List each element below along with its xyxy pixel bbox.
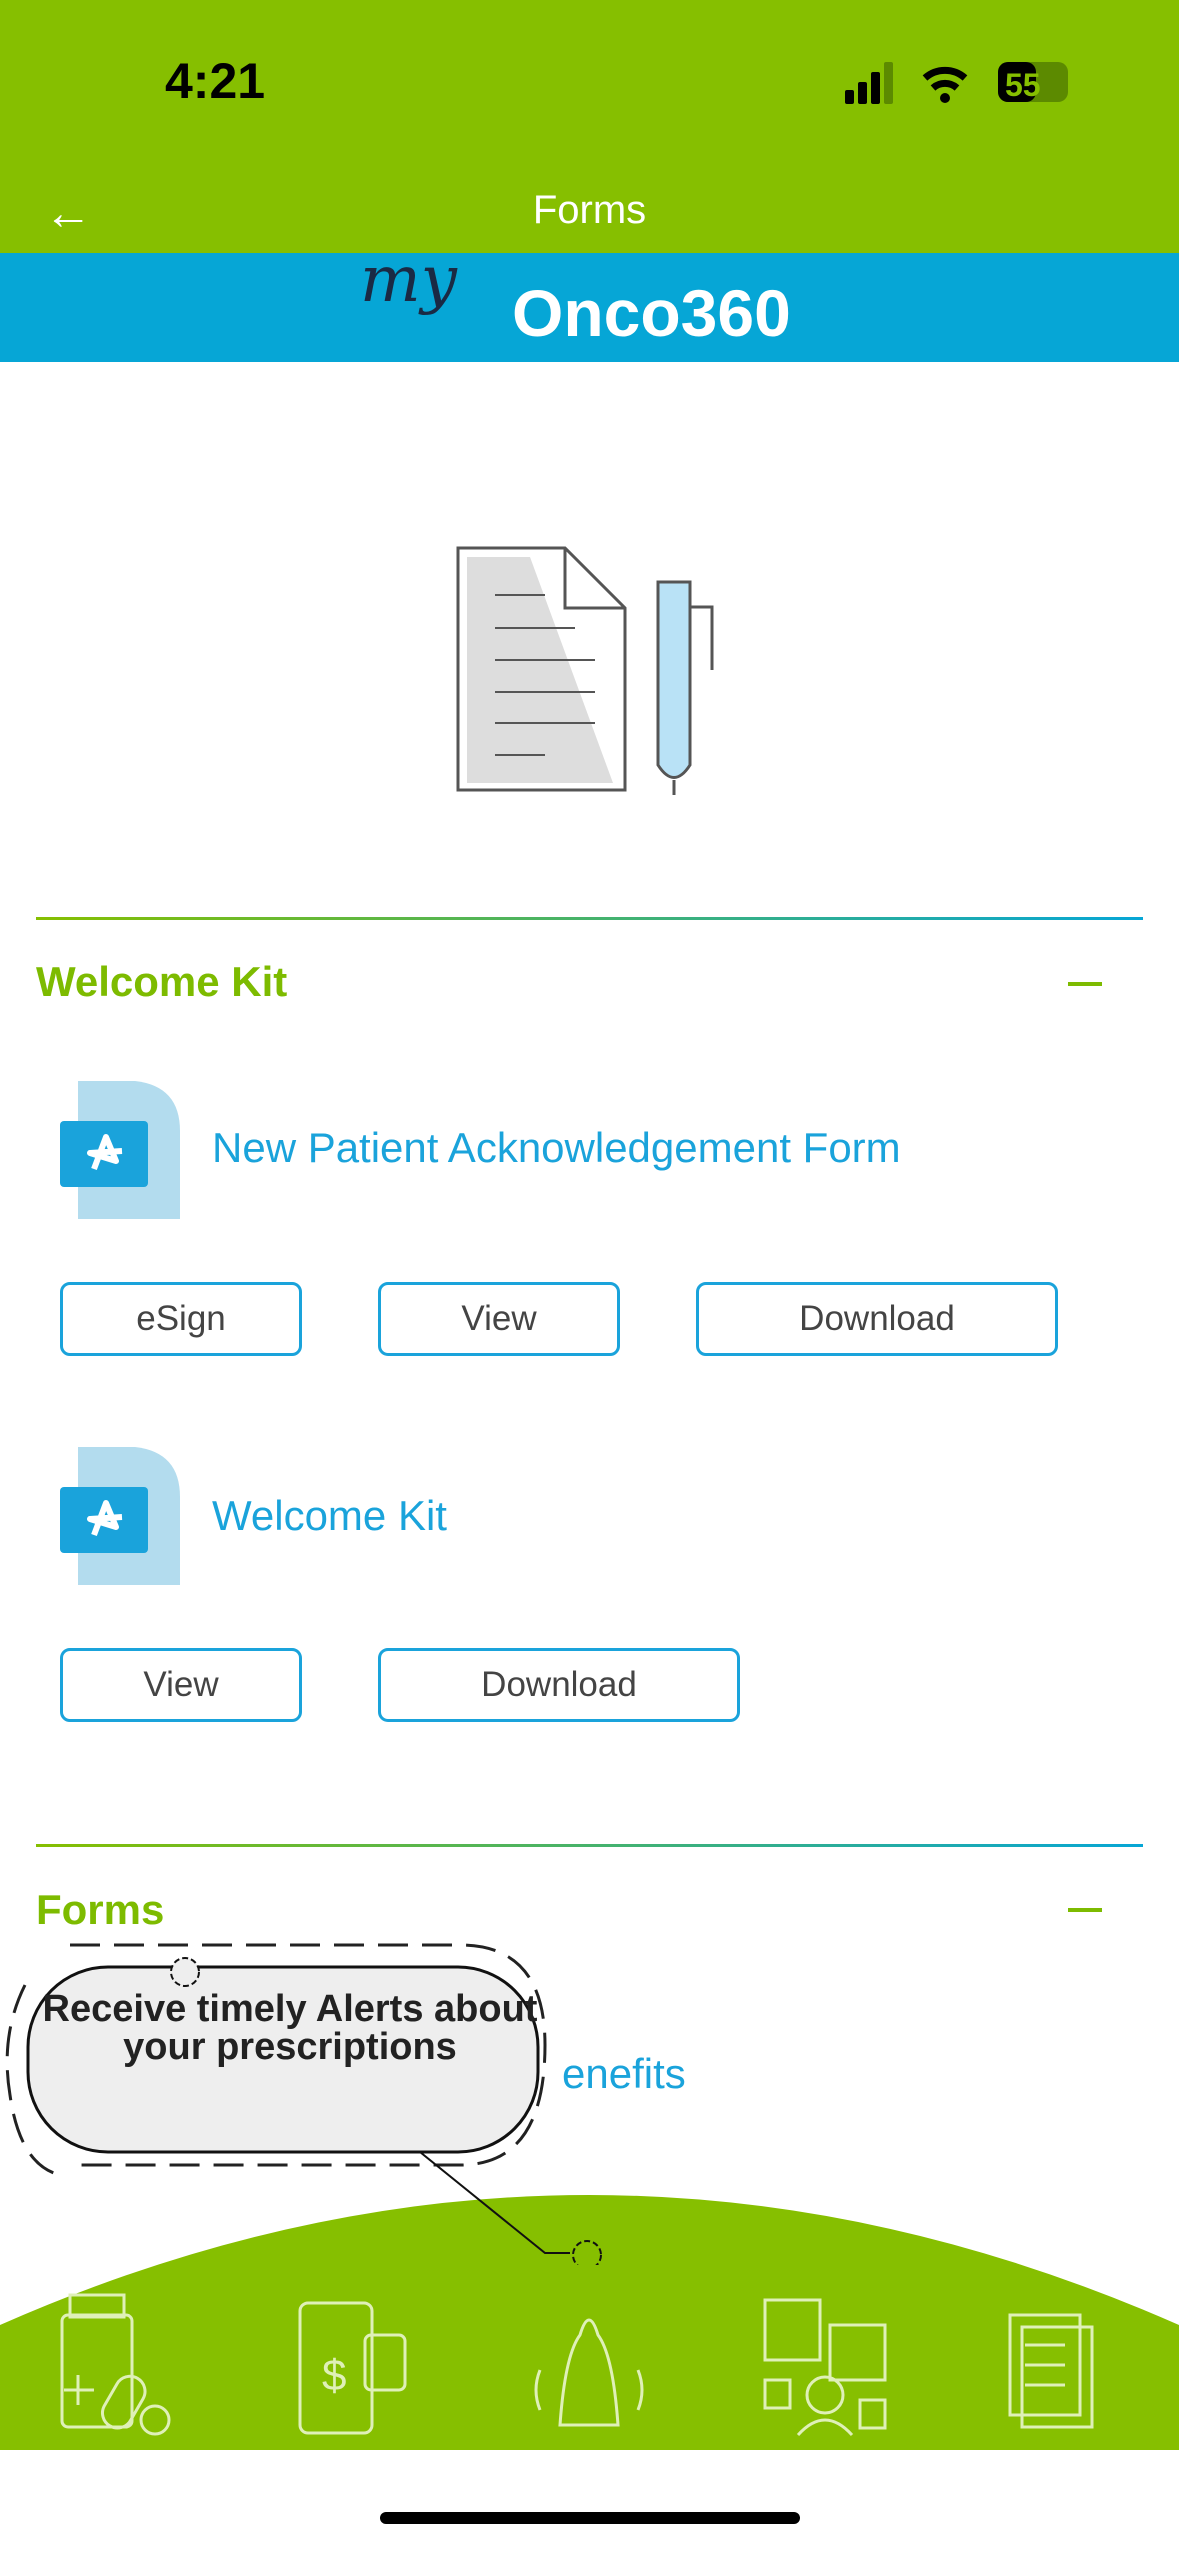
doc-title[interactable]: New Patient Acknowledgement Form	[212, 1124, 901, 1172]
tooltip-bubble	[5, 1943, 602, 2265]
download-button[interactable]: Download	[696, 1282, 1058, 1356]
view-button[interactable]: View	[60, 1648, 302, 1722]
logo-text: Onco360	[512, 276, 791, 350]
svg-text:55: 55	[1005, 67, 1041, 103]
doc-title[interactable]: Welcome Kit	[212, 1492, 447, 1540]
divider	[36, 917, 1143, 920]
section-title-welcome-kit: Welcome Kit	[36, 958, 288, 1005]
home-indicator[interactable]	[380, 2512, 800, 2524]
pdf-icon	[60, 1447, 180, 1585]
page-title: Forms	[532, 188, 647, 232]
status-time: 4:21	[165, 53, 266, 109]
tooltip-text: Receive timely Alerts about your prescri…	[42, 1988, 538, 2068]
collapse-welcome-kit-button[interactable]	[1068, 982, 1102, 986]
brand-banner: my Onco360	[0, 243, 1179, 362]
signal-icon	[845, 62, 893, 104]
status-icons: 55	[845, 62, 1068, 104]
form-pen-illustration-icon	[456, 546, 714, 795]
tooltip-anchor-icon	[572, 2240, 602, 2265]
svg-text:$: $	[322, 2351, 346, 2400]
view-button[interactable]: View	[378, 1282, 620, 1356]
collapse-forms-button[interactable]	[1068, 1908, 1102, 1912]
divider	[36, 1844, 1143, 1847]
pdf-icon	[60, 1081, 180, 1219]
esign-button[interactable]: eSign	[60, 1282, 302, 1356]
section-title-forms: Forms	[36, 1886, 165, 1933]
logo-script: my	[360, 243, 457, 317]
download-button[interactable]: Download	[378, 1648, 740, 1722]
wifi-icon	[922, 66, 968, 91]
